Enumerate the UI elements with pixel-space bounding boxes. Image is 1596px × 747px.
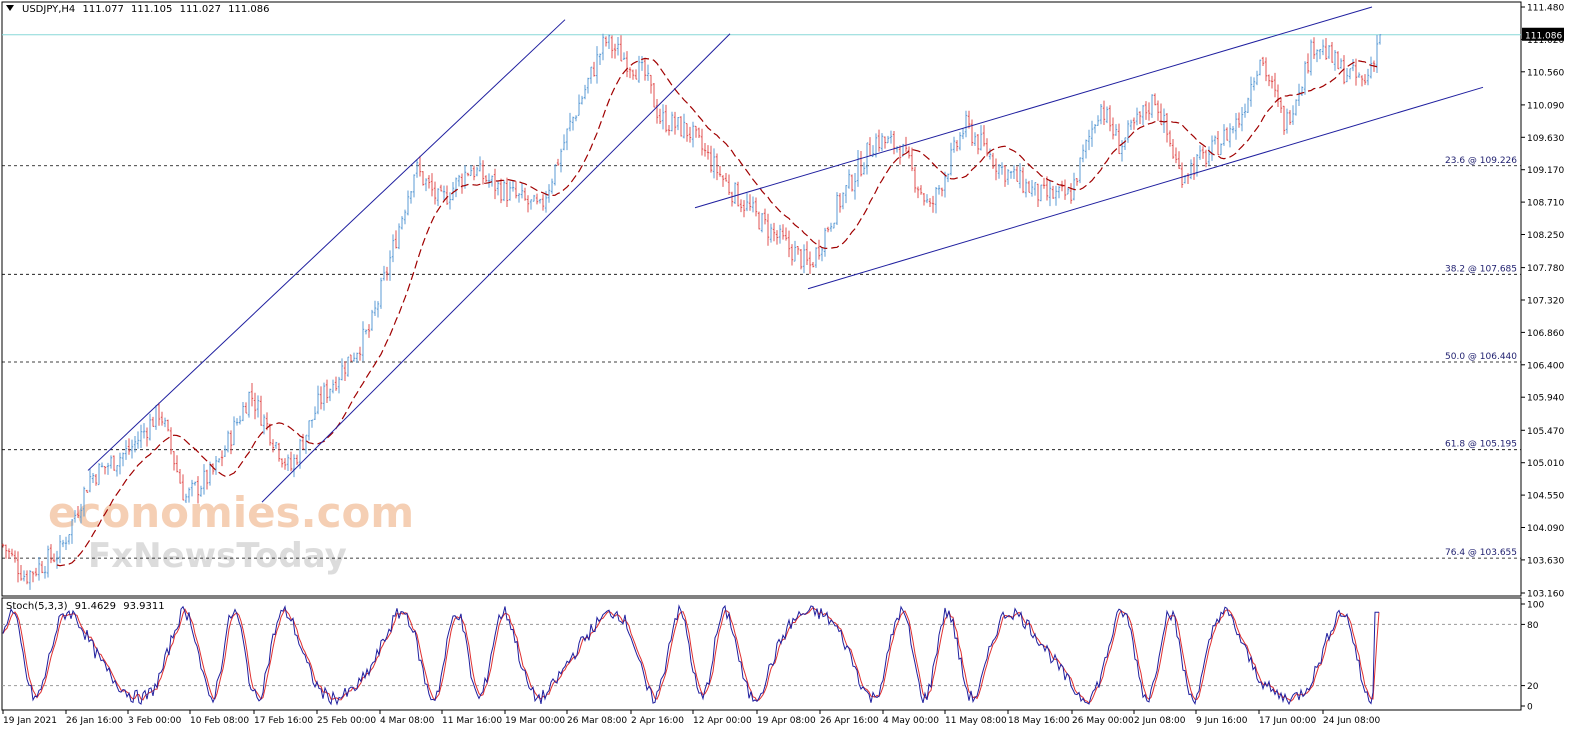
time-axis-label: 11 Mar 16:00: [442, 716, 502, 726]
price-tick-label: 105.010: [1527, 459, 1564, 469]
chart-canvas[interactable]: economies.comFxNewsToday111.480111.02011…: [0, 0, 1596, 743]
time-axis-label: 17 Jun 00:00: [1259, 716, 1316, 726]
current-price-label: 111.086: [1525, 31, 1562, 41]
stoch-tick-label: 100: [1527, 601, 1544, 611]
ohlc-low: 111.027: [179, 4, 221, 15]
ohlc-open: 111.077: [82, 4, 124, 15]
stoch-tick-label: 20: [1527, 682, 1539, 692]
stoch-tick-label: 80: [1527, 621, 1539, 631]
time-axis-label: 19 Jan 2021: [3, 716, 57, 726]
time-axis-label: 26 Mar 08:00: [567, 716, 627, 726]
price-tick-label: 103.630: [1527, 556, 1564, 566]
time-axis-label: 3 Feb 00:00: [128, 716, 182, 726]
stoch-label: Stoch(5,3,3): [6, 601, 68, 612]
price-tick-label: 107.780: [1527, 264, 1564, 274]
fib-level-label: 23.6 @ 109.226: [1445, 156, 1517, 166]
stoch-k-value: 91.4629: [74, 601, 117, 612]
time-axis-label: 11 May 08:00: [945, 716, 1007, 726]
price-tick-label: 110.560: [1527, 68, 1564, 78]
time-axis-label: 17 Feb 16:00: [254, 716, 313, 726]
price-tick-label: 107.320: [1527, 297, 1564, 307]
price-tick-label: 109.170: [1527, 166, 1564, 176]
time-axis-label: 26 Apr 16:00: [820, 716, 879, 726]
time-axis-label: 19 Mar 00:00: [505, 716, 565, 726]
symbol-timeframe: USDJPY,H4: [22, 4, 76, 15]
stoch-d-value: 93.9311: [123, 601, 165, 612]
price-tick-label: 106.860: [1527, 329, 1564, 339]
time-axis-label: 9 Jun 16:00: [1196, 716, 1248, 726]
time-axis-label: 26 May 00:00: [1072, 716, 1134, 726]
time-axis-label: 18 May 16:00: [1008, 716, 1070, 726]
watermark-economies: economies.com: [48, 488, 414, 537]
fib-level-label: 38.2 @ 107.685: [1445, 264, 1517, 274]
ohlc-close: 111.086: [228, 4, 270, 15]
time-axis-label: 24 Jun 08:00: [1323, 716, 1380, 726]
price-tick-label: 104.090: [1527, 524, 1564, 534]
fib-level-label: 50.0 @ 106.440: [1445, 352, 1517, 362]
price-tick-label: 105.470: [1527, 427, 1564, 437]
time-axis-label: 26 Jan 16:00: [66, 716, 123, 726]
time-axis-label: 10 Feb 08:00: [190, 716, 249, 726]
price-chart-header: USDJPY,H4 111.077 111.105 111.027 111.08…: [6, 4, 269, 15]
time-axis-label: 19 Apr 08:00: [757, 716, 816, 726]
stochastic-header: Stoch(5,3,3) 91.4629 93.9311: [6, 601, 165, 612]
price-tick-label: 106.400: [1527, 361, 1564, 371]
price-tick-label: 104.550: [1527, 492, 1564, 502]
price-tick-label: 108.250: [1527, 231, 1564, 241]
time-axis-label: 2 Apr 16:00: [631, 716, 684, 726]
stoch-tick-label: 0: [1527, 703, 1533, 713]
time-axis-label: 25 Feb 00:00: [317, 716, 376, 726]
ohlc-high: 111.105: [131, 4, 173, 15]
price-tick-label: 108.710: [1527, 199, 1564, 209]
time-axis-label: 2 Jun 08:00: [1134, 716, 1186, 726]
price-tick-label: 103.160: [1527, 590, 1564, 600]
fib-level-label: 61.8 @ 105.195: [1445, 440, 1517, 450]
price-tick-label: 105.940: [1527, 394, 1564, 404]
watermark-fxnewstoday: FxNewsToday: [88, 536, 347, 576]
usdjpy-chart[interactable]: economies.com FxNewsToday 111.480 111.020 11…: [0, 0, 1596, 743]
time-axis-label: 4 May 00:00: [883, 716, 939, 726]
price-tick-label: 110.090: [1527, 101, 1564, 111]
fib-level-label: 76.4 @ 103.655: [1445, 548, 1517, 558]
price-tick-label: 109.630: [1527, 134, 1564, 144]
time-axis-label: 12 Apr 00:00: [693, 716, 752, 726]
dropdown-triangle-icon[interactable]: [6, 5, 14, 11]
price-tick-label: 111.480: [1527, 4, 1564, 14]
time-axis-label: 4 Mar 08:00: [380, 716, 435, 726]
